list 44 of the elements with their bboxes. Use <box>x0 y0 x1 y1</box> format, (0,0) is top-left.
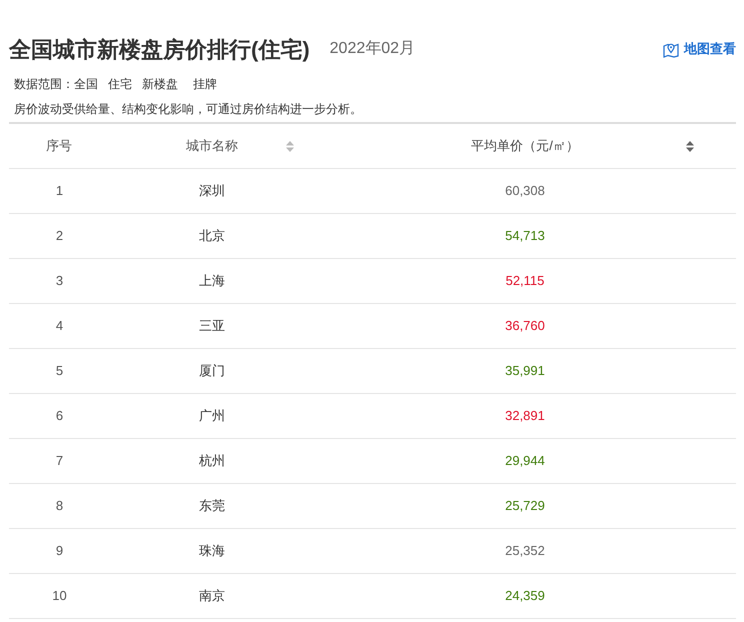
column-header: 序号 <box>45 137 73 156</box>
rank-cell-text: 1 <box>54 182 64 200</box>
rank-cell-text: 5 <box>54 362 64 380</box>
scope-tag: 挂牌 <box>193 75 217 93</box>
city-cell-text: 南京 <box>198 587 226 606</box>
price-cell-text: 35,991 <box>504 362 546 380</box>
column-header[interactable]: 城市名称 <box>110 124 314 168</box>
map-pin-icon <box>662 40 680 58</box>
scope-tag: 全国 <box>74 75 98 93</box>
city-cell-text: 上海 <box>198 272 226 290</box>
price-cell-text: 32,891 <box>504 407 546 426</box>
price-cell-text: 36,760 <box>504 317 546 336</box>
price-cell-text: 52,115 <box>504 272 546 290</box>
price-cell-text: 60,308 <box>504 182 546 200</box>
rank-cell-text: 3 <box>54 272 64 290</box>
sort-icon[interactable] <box>686 141 694 152</box>
price-cell-text: 25,729 <box>504 497 546 516</box>
city-cell-text: 杭州 <box>198 452 226 470</box>
page-title: 全国城市新楼盘房价排行(住宅) <box>9 36 310 64</box>
column-header[interactable]: 平均单价（元/㎡） <box>314 124 736 168</box>
rank-cell-text: 2 <box>54 227 64 246</box>
price-cell-text: 25,352 <box>504 542 546 560</box>
city-cell-text: 深圳 <box>198 182 226 200</box>
price-cell-text: 54,713 <box>504 227 546 246</box>
city-cell-text: 广州 <box>198 407 226 426</box>
city-cell-text: 珠海 <box>198 542 226 560</box>
scope-label: 数据范围： <box>14 76 74 93</box>
rank-cell-text: 10 <box>51 587 68 606</box>
note-text: 房价波动受供给量、结构变化影响，可通过房价结构进一步分析。 <box>14 101 362 118</box>
city-cell-text: 东莞 <box>198 497 226 516</box>
city-cell-text: 三亚 <box>198 317 226 336</box>
rank-cell-text: 4 <box>54 317 64 336</box>
scope-tag: 住宅 <box>108 75 132 93</box>
rank-cell-text: 6 <box>54 407 64 426</box>
price-cell-text: 29,944 <box>504 452 546 470</box>
scope-tag: 新楼盘 <box>142 75 178 93</box>
rank-cell-text: 9 <box>54 542 64 560</box>
city-cell-text: 厦门 <box>198 362 226 380</box>
period-label: 2022年02月 <box>330 39 416 59</box>
rank-cell-text: 8 <box>54 497 64 516</box>
price-cell-text: 24,359 <box>504 587 546 606</box>
map-view-link[interactable]: 地图查看 <box>662 39 736 59</box>
rank-cell-text: 7 <box>54 452 64 470</box>
city-cell-text: 北京 <box>198 227 226 246</box>
